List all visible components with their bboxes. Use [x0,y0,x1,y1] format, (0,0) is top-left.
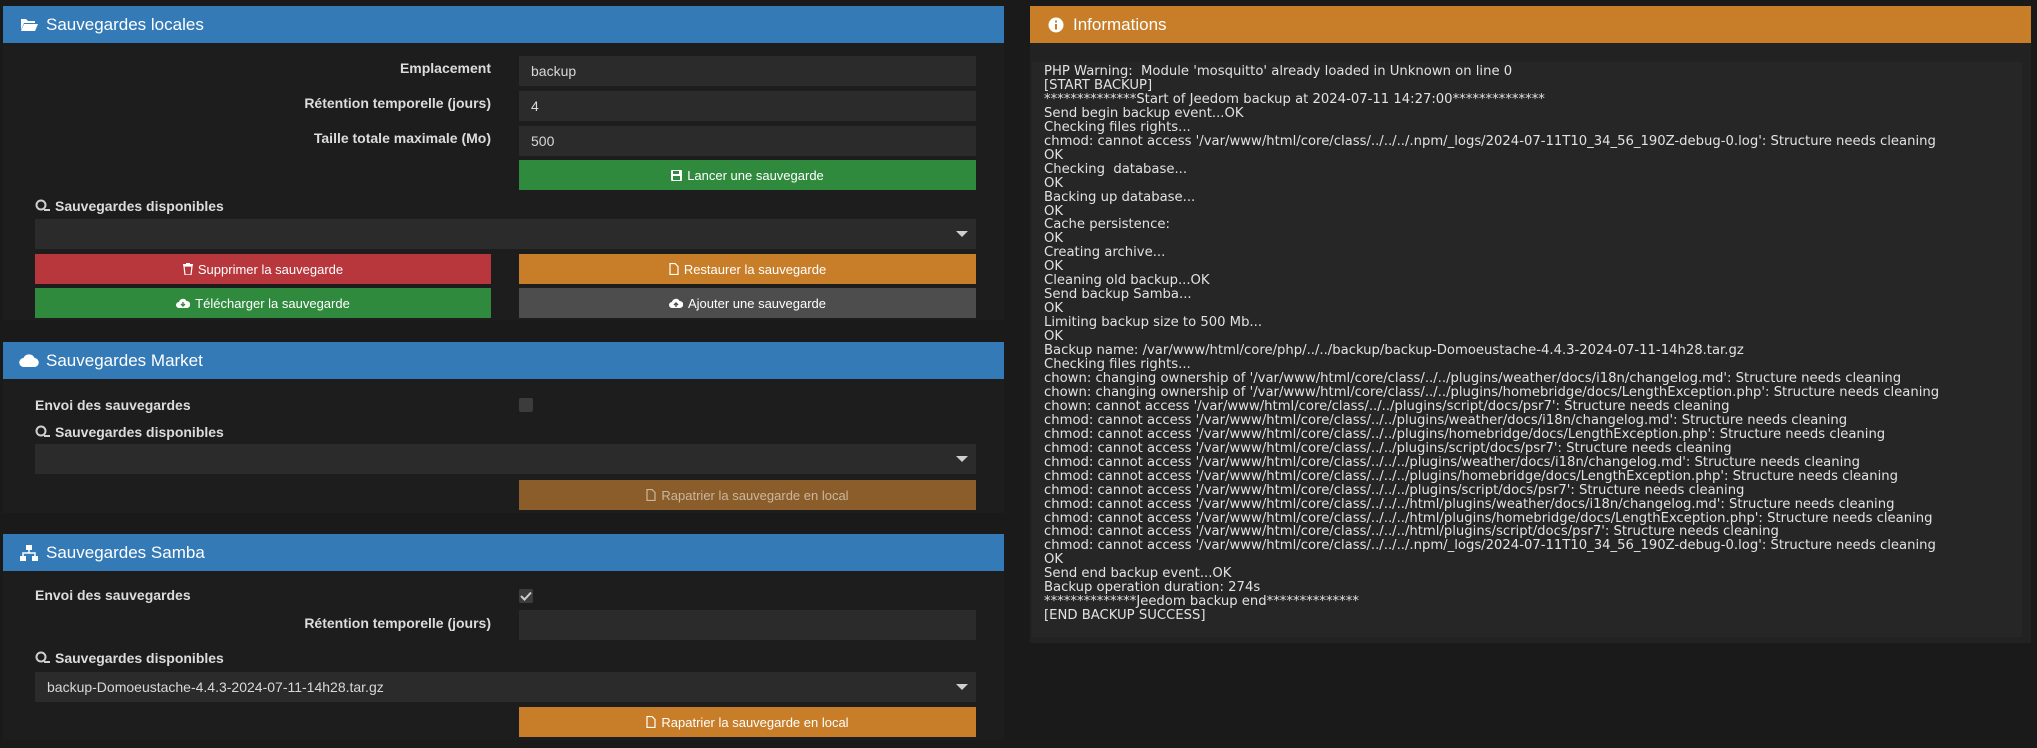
location-field[interactable]: backup [519,56,976,86]
restore-backup-button[interactable]: Restaurer la sauvegarde [519,254,976,284]
market-available-select[interactable] [35,444,976,474]
delete-backup-label: Supprimer la sauvegarde [197,261,344,277]
chevron-down-icon [956,456,968,462]
max-size-label: Taille totale maximale (Mo) [313,130,491,146]
samba-available-value: backup-Domoeustache-4.4.3-2024-07-11-14h… [47,679,384,695]
market-backups-title: Sauvegardes Market [46,350,203,370]
launch-backup-label: Lancer une sauvegarde [687,167,824,183]
launch-backup-button[interactable]: Lancer une sauvegarde [519,160,976,190]
retention-label: Rétention temporelle (jours) [304,95,491,111]
retention-field[interactable]: 4 [519,91,976,121]
add-backup-label: Ajouter une sauvegarde [687,295,827,311]
cloud-icon [19,352,39,370]
samba-available-select[interactable]: backup-Domoeustache-4.4.3-2024-07-11-14h… [35,672,976,702]
download-backup-label: Télécharger la sauvegarde [195,295,350,311]
local-available-label: Sauvegardes disponibles [55,198,224,214]
info-title: Informations [1073,14,1167,34]
samba-backups-title: Sauvegardes Samba [46,542,205,562]
samba-fetch-label: Rapatrier la sauvegarde en local [661,714,849,730]
cloud-upload-icon [669,298,683,309]
market-send-checkbox[interactable] [519,398,533,412]
file-icon [669,263,679,275]
local-available-select[interactable] [35,219,976,249]
market-fetch-button[interactable]: Rapatrier la sauvegarde en local [519,480,976,510]
samba-fetch-button[interactable]: Rapatrier la sauvegarde en local [519,707,976,737]
market-available-label: Sauvegardes disponibles [55,424,224,440]
chevron-down-icon [956,231,968,237]
info-circle-icon [1046,16,1066,34]
samba-send-checkbox[interactable] [519,589,533,603]
samba-retention-field[interactable] [519,610,976,640]
folder-open-icon [19,16,39,34]
chevron-down-icon [956,684,968,690]
file-icon [646,716,657,728]
samba-send-label: Envoi des sauvegardes [35,587,191,603]
samba-available-label-row: Sauvegardes disponibles [35,649,224,667]
market-backups-header: Sauvegardes Market [3,342,1004,379]
save-icon [671,169,683,181]
market-available-label-row: Sauvegardes disponibles [35,423,224,441]
max-size-field[interactable]: 500 [519,126,976,156]
download-backup-button[interactable]: Télécharger la sauvegarde [35,288,491,318]
info-header: Informations [1030,6,2031,43]
delete-backup-button[interactable]: Supprimer la sauvegarde [35,254,491,284]
backup-log-text: PHP Warning: Module 'mosquitto' already … [1044,64,1940,624]
network-icon [19,544,39,562]
samba-available-label: Sauvegardes disponibles [55,650,224,666]
samba-retention-label: Rétention temporelle (jours) [304,615,491,631]
market-fetch-label: Rapatrier la sauvegarde en local [661,487,849,503]
search-icon [35,425,50,439]
cloud-download-icon [176,298,191,309]
market-send-label: Envoi des sauvegardes [35,397,191,413]
add-backup-button[interactable]: Ajouter une sauvegarde [519,288,976,318]
local-backups-title: Sauvegardes locales [46,14,204,34]
search-icon [35,651,50,665]
restore-backup-label: Restaurer la sauvegarde [683,261,827,277]
local-backups-header: Sauvegardes locales [3,6,1004,43]
local-available-label-row: Sauvegardes disponibles [35,197,224,215]
samba-backups-header: Sauvegardes Samba [3,534,1004,571]
trash-icon [182,263,193,275]
check-icon [520,591,532,601]
location-label: Emplacement [399,60,491,76]
file-icon [646,489,657,501]
search-icon [35,199,50,213]
info-log-box: PHP Warning: Module 'mosquitto' already … [1032,62,2022,637]
